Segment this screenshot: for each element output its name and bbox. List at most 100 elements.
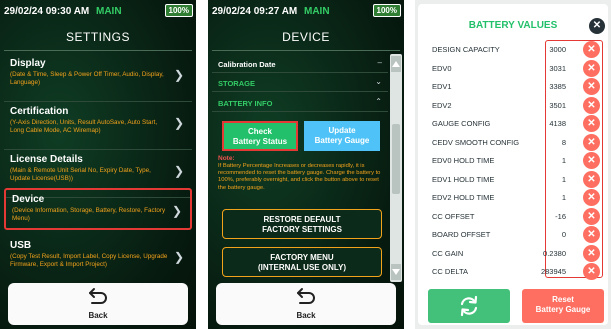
settings-item-title: Certification: [10, 106, 69, 117]
chevron-right-icon: ❯: [173, 68, 184, 82]
clear-value-icon[interactable]: ✕: [583, 115, 600, 132]
status-bar: 29/02/24 09:27 AM MAIN 100%: [208, 0, 404, 22]
dialog-title: BATTERY VALUES: [468, 20, 558, 31]
status-mode: MAIN: [96, 6, 122, 17]
row-label: Calibration Date: [218, 60, 276, 69]
settings-item-description: (Y-Axis Direction, Units, Result AutoSav…: [10, 119, 158, 134]
reset-battery-gauge-label: Reset Battery Gauge: [535, 295, 591, 314]
clear-value-icon[interactable]: ✕: [583, 189, 600, 206]
clear-value-icon[interactable]: ✕: [583, 78, 600, 95]
calibration-date-row[interactable]: Calibration Date –: [212, 56, 388, 73]
battery-value-row: BOARD OFFSET 0 ✕: [432, 225, 604, 245]
chevron-down-icon: ⌄: [375, 77, 382, 86]
chevron-right-icon: ❯: [173, 164, 184, 178]
clear-value-icon[interactable]: ✕: [583, 263, 600, 280]
value-number: 3385: [549, 82, 566, 91]
title-divider: [212, 50, 400, 51]
factory-menu-button[interactable]: FACTORY MENU (INTERNAL USE ONLY): [222, 247, 382, 277]
value-label: EDV1 HOLD TIME: [432, 174, 495, 184]
value-number: 283945: [540, 267, 566, 276]
settings-item-title: License Details: [10, 154, 83, 165]
battery-values-card: BATTERY VALUES ✕ DESIGN CAPACITY 3000 ✕ …: [418, 4, 608, 325]
settings-item-title: Display: [10, 58, 46, 69]
scroll-down-arrow-icon[interactable]: [391, 264, 401, 280]
back-arrow-icon: [8, 287, 188, 310]
value-label: CC OFFSET: [432, 211, 475, 221]
value-label: EDV0 HOLD TIME: [432, 156, 495, 165]
check-battery-status-label: Check Battery Status: [232, 127, 288, 146]
clear-value-icon[interactable]: ✕: [583, 244, 600, 262]
page-title: SETTINGS: [65, 30, 130, 44]
back-label: Back: [88, 311, 108, 320]
clear-value-icon[interactable]: ✕: [583, 96, 600, 114]
settings-item-title: USB: [10, 240, 32, 251]
value-label: GAUGE CONFIG: [432, 119, 491, 128]
clear-value-icon[interactable]: ✕: [583, 133, 600, 151]
battery-value-row: EDV2 3501 ✕: [432, 96, 604, 116]
clear-value-icon[interactable]: ✕: [583, 170, 600, 188]
scrollbar[interactable]: [390, 54, 402, 282]
restore-factory-settings-button[interactable]: RESTORE DEFAULT FACTORY SETTINGS: [222, 209, 382, 239]
settings-item-description: (Main & Remote Unit Serial No, Expiry Da…: [10, 167, 151, 182]
device-screen: 29/02/24 09:27 AM MAIN 100% DEVICE Calib…: [208, 0, 404, 329]
close-icon[interactable]: ✕: [589, 18, 605, 34]
value-number: 0.2380: [543, 248, 566, 258]
check-battery-status-button[interactable]: Check Battery Status: [222, 121, 298, 151]
value-label: EDV2: [432, 100, 452, 110]
note-label: Note:: [218, 155, 235, 162]
clear-value-icon[interactable]: ✕: [583, 207, 600, 225]
back-arrow-icon: [216, 287, 396, 310]
value-label: CEDV SMOOTH CONFIG: [432, 137, 520, 147]
reset-battery-gauge-button[interactable]: Reset Battery Gauge: [522, 289, 604, 323]
settings-item-device[interactable]: Device (Device Information, Storage, Bat…: [4, 188, 192, 230]
battery-value-row: EDV0 3031 ✕: [432, 59, 604, 79]
value-label: CC GAIN: [432, 248, 464, 258]
status-time: 29/02/24 09:27 AM: [212, 6, 298, 17]
settings-item-description: (Copy Test Result, Import Label, Copy Li…: [10, 253, 168, 268]
battery-value-row: GAUGE CONFIG 4138 ✕: [432, 114, 604, 134]
value-label: EDV2 HOLD TIME: [432, 193, 495, 202]
storage-row[interactable]: STORAGE ⌄: [212, 75, 388, 92]
row-label: BATTERY INFO: [218, 99, 273, 108]
back-button[interactable]: Back: [216, 283, 396, 325]
battery-value-row: EDV2 HOLD TIME 1 ✕: [432, 188, 604, 208]
battery-info-row[interactable]: BATTERY INFO ⌃: [212, 95, 388, 112]
battery-value-row: EDV0 HOLD TIME 1 ✕: [432, 151, 604, 171]
settings-screen: 29/02/24 09:30 AM MAIN 100% SETTINGS Dis…: [0, 0, 196, 329]
value-label: EDV0: [432, 63, 452, 73]
value-number: -16: [555, 211, 566, 221]
value-number: 0: [561, 230, 566, 239]
value-number: 1: [561, 174, 566, 184]
value-number: 1: [561, 193, 566, 202]
clear-value-icon[interactable]: ✕: [583, 59, 600, 77]
value-label: EDV1: [432, 82, 452, 91]
scroll-up-arrow-icon[interactable]: [391, 56, 401, 72]
dash-icon: –: [377, 58, 382, 67]
row-label: STORAGE: [218, 79, 255, 88]
status-time: 29/02/24 09:30 AM: [4, 6, 90, 17]
value-number: 3501: [549, 100, 566, 110]
refresh-button[interactable]: [428, 289, 510, 323]
chevron-right-icon: ❯: [173, 250, 184, 264]
battery-values-dialog: BATTERY VALUES ✕ DESIGN CAPACITY 3000 ✕ …: [415, 0, 611, 329]
back-button[interactable]: Back: [8, 283, 188, 325]
battery-value-row: CC DELTA 283945 ✕: [432, 262, 604, 282]
value-label: BOARD OFFSET: [432, 230, 491, 239]
battery-value-row: CC GAIN 0.2380 ✕: [432, 244, 604, 264]
battery-value-row: CC OFFSET -16 ✕: [432, 207, 604, 227]
value-number: 3000: [549, 45, 566, 54]
value-number: 8: [561, 137, 566, 147]
settings-item-display[interactable]: Display (Date & Time, Sleep & Power Off …: [4, 54, 192, 102]
clear-value-icon[interactable]: ✕: [583, 226, 600, 243]
scroll-thumb[interactable]: [392, 124, 400, 194]
settings-item-title: Device: [12, 194, 45, 205]
value-number: 1: [561, 156, 566, 165]
battery-value-row: EDV1 3385 ✕: [432, 77, 604, 97]
settings-item-usb[interactable]: USB (Copy Test Result, Import Label, Cop…: [4, 236, 192, 276]
update-battery-gauge-label: Update Battery Gauge: [314, 126, 370, 145]
clear-value-icon[interactable]: ✕: [583, 152, 600, 169]
clear-value-icon[interactable]: ✕: [583, 41, 600, 58]
update-battery-gauge-button[interactable]: Update Battery Gauge: [304, 121, 380, 151]
settings-item-certification[interactable]: Certification (Y-Axis Direction, Units, …: [4, 102, 192, 150]
title-divider: [4, 50, 192, 51]
